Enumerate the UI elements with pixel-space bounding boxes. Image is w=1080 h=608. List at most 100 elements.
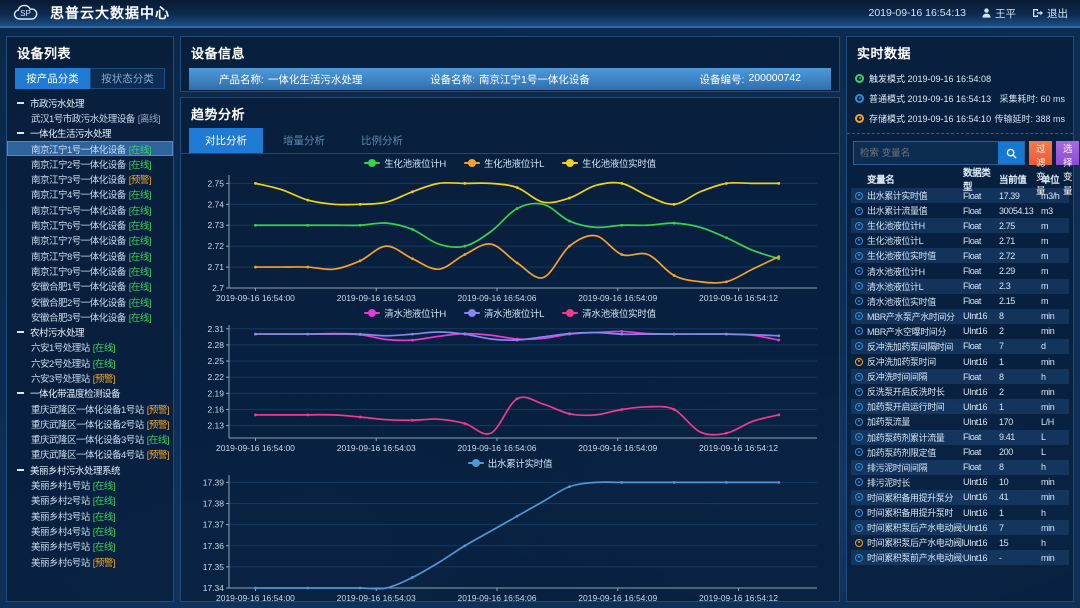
- device-item[interactable]: 重庆武隆区一体化设备3号站[在线]: [7, 432, 173, 447]
- device-item-label: 六安1号处理站: [31, 340, 90, 354]
- device-item[interactable]: 安徽合肥3号一体化设备[在线]: [7, 309, 173, 324]
- legend-label: 清水池液位实时值: [582, 306, 656, 320]
- svg-text:SP: SP: [20, 9, 31, 18]
- svg-text:2019-09-16 16:54:03: 2019-09-16 16:54:03: [337, 593, 416, 603]
- legend-item[interactable]: 出水累计实时值: [468, 456, 552, 470]
- device-item[interactable]: 南京江宁3号一体化设备[预警]: [7, 171, 173, 186]
- page-title: 思普云大数据中心: [50, 3, 170, 23]
- device-item[interactable]: 南京江宁5号一体化设备[在线]: [7, 202, 173, 217]
- variable-type: UInt16: [963, 553, 999, 563]
- table-row[interactable]: 生化池液位实时值Float2.72m: [851, 248, 1069, 263]
- trend-tabs: 对比分析增量分析比例分析: [181, 128, 839, 154]
- svg-text:17.36: 17.36: [203, 541, 225, 551]
- device-item[interactable]: 重庆武隆区一体化设备1号站[预警]: [7, 401, 173, 416]
- device-item[interactable]: 重庆武隆区一体化设备4号站[预警]: [7, 447, 173, 462]
- device-item[interactable]: 美丽乡村1号站[在线]: [7, 477, 173, 492]
- device-item[interactable]: 美丽乡村3号站[在线]: [7, 508, 173, 523]
- table-row[interactable]: 加药泵药剂累计流量Float9.41L: [851, 430, 1069, 445]
- device-item[interactable]: 南京江宁4号一体化设备[在线]: [7, 187, 173, 202]
- device-group-header[interactable]: 一体化带温度检测设备: [7, 386, 173, 401]
- legend-item[interactable]: 生化池液位计H: [364, 156, 446, 170]
- sidebar-tab[interactable]: 按产品分类: [15, 68, 90, 89]
- search-button[interactable]: [998, 142, 1024, 164]
- table-row[interactable]: 清水池液位实时值Float2.15m: [851, 294, 1069, 309]
- collapse-icon: [17, 132, 24, 134]
- table-row[interactable]: 排污泥时长UInt1610min: [851, 475, 1069, 490]
- logout-button[interactable]: 退出: [1032, 6, 1068, 21]
- info-field: 产品名称:一体化生活污水处理: [219, 72, 413, 87]
- svg-text:2019-09-16 16:54:06: 2019-09-16 16:54:06: [458, 443, 537, 453]
- device-item[interactable]: 六安3号处理站[预警]: [7, 370, 173, 385]
- status-badge: [预警]: [93, 555, 115, 569]
- device-item[interactable]: 重庆武隆区一体化设备2号站[预警]: [7, 416, 173, 431]
- table-row[interactable]: 时间累积备用提升泵时UInt161h: [851, 505, 1069, 520]
- mode-status-icon: [855, 74, 864, 83]
- device-group-header[interactable]: 美丽乡村污水处理系统: [7, 462, 173, 477]
- device-item[interactable]: 美丽乡村5号站[在线]: [7, 539, 173, 554]
- table-row[interactable]: 出水累计流量值Float30054.13m3: [851, 203, 1069, 218]
- user-menu[interactable]: 王平: [982, 6, 1016, 21]
- device-item[interactable]: 美丽乡村2号站[在线]: [7, 493, 173, 508]
- device-item[interactable]: 美丽乡村4号站[在线]: [7, 523, 173, 538]
- table-row[interactable]: MBR产水空曝时间分UInt162min: [851, 324, 1069, 339]
- legend-item[interactable]: 生化池液位实时值: [562, 156, 656, 170]
- variable-unit: L/H: [1041, 417, 1069, 427]
- table-row[interactable]: 清水池液位计LFloat2.3m: [851, 279, 1069, 294]
- table-row[interactable]: 时间累积备用提升泵分UInt1641min: [851, 490, 1069, 505]
- device-item[interactable]: 六安1号处理站[在线]: [7, 340, 173, 355]
- table-row[interactable]: 反洗泵开启反洗时长UInt162min: [851, 384, 1069, 399]
- variable-unit: L: [1041, 447, 1069, 457]
- table-row[interactable]: MBR产水泵产水时间分UInt168min: [851, 309, 1069, 324]
- device-item[interactable]: 安徽合肥1号一体化设备[在线]: [7, 279, 173, 294]
- device-item[interactable]: 南京江宁8号一体化设备[在线]: [7, 248, 173, 263]
- variable-search-row: 过滤变量 选择变量: [853, 141, 1067, 165]
- table-row[interactable]: 排污泥时间间隔Float8h: [851, 460, 1069, 475]
- device-item[interactable]: 安徽合肥2号一体化设备[在线]: [7, 294, 173, 309]
- cloud-logo-icon: SP: [12, 3, 42, 23]
- table-row[interactable]: 生化池液位计LFloat2.71m: [851, 233, 1069, 248]
- device-group-header[interactable]: 农村污水处理: [7, 324, 173, 339]
- table-row[interactable]: 反冲洗加药泵间隔时间Float7d: [851, 339, 1069, 354]
- svg-text:2019-09-16 16:54:06: 2019-09-16 16:54:06: [458, 593, 537, 603]
- device-item[interactable]: 南京江宁6号一体化设备[在线]: [7, 217, 173, 232]
- device-group-header[interactable]: 一体化生活污水处理: [7, 126, 173, 141]
- table-row[interactable]: 时间累积泵前产水电动阀分UInt16-min: [851, 550, 1069, 565]
- variable-unit: min: [1041, 357, 1069, 367]
- trend-tab[interactable]: 增量分析: [267, 128, 341, 153]
- search-input[interactable]: [854, 142, 998, 164]
- table-row[interactable]: 加药泵开启运行时间UInt161min: [851, 399, 1069, 414]
- trend-tab[interactable]: 比例分析: [345, 128, 419, 153]
- device-item[interactable]: 武汉1号市政污水处理设备[离线]: [7, 110, 173, 125]
- sidebar-tab[interactable]: 按状态分类: [90, 68, 165, 89]
- device-item[interactable]: 南京江宁7号一体化设备[在线]: [7, 233, 173, 248]
- table-row[interactable]: 加药泵流量UInt16170L/H: [851, 414, 1069, 429]
- table-row[interactable]: 反冲洗加药泵时间UInt161min: [851, 354, 1069, 369]
- logout-label: 退出: [1047, 6, 1068, 21]
- table-row[interactable]: 清水池液位计HFloat2.29m: [851, 263, 1069, 278]
- device-item[interactable]: 六安2号处理站[在线]: [7, 355, 173, 370]
- table-row[interactable]: 时间累积泵后产水电动阀分UInt167min: [851, 520, 1069, 535]
- column-header: 单位: [1041, 172, 1069, 186]
- device-item[interactable]: 南京江宁1号一体化设备[在线]: [7, 141, 173, 156]
- table-row[interactable]: 生化池液位计HFloat2.75m: [851, 218, 1069, 233]
- select-variables-button[interactable]: 选择变量: [1056, 141, 1079, 165]
- legend-item[interactable]: 清水池液位计H: [364, 306, 446, 320]
- legend-item[interactable]: 清水池液位计L: [464, 306, 544, 320]
- table-row[interactable]: 出水累计实时值Float17.39m3/h: [851, 188, 1069, 203]
- device-item[interactable]: 南京江宁9号一体化设备[在线]: [7, 263, 173, 278]
- device-item[interactable]: 南京江宁2号一体化设备[在线]: [7, 156, 173, 171]
- filter-variables-button[interactable]: 过滤变量: [1029, 141, 1052, 165]
- legend-item[interactable]: 清水池液位实时值: [562, 306, 656, 320]
- trend-tab[interactable]: 对比分析: [189, 128, 263, 153]
- legend-item[interactable]: 生化池液位计L: [464, 156, 544, 170]
- table-row[interactable]: 时间累积泵后产水电动阀时UInt1615h: [851, 535, 1069, 550]
- device-item-label: 美丽乡村1号站: [31, 478, 90, 492]
- device-item[interactable]: 美丽乡村6号站[预警]: [7, 554, 173, 569]
- device-group-header[interactable]: 市政污水处理: [7, 95, 173, 110]
- variable-name: 生化池液位计L: [867, 234, 963, 247]
- legend-label: 出水累计实时值: [488, 456, 552, 470]
- variable-type: Float: [963, 221, 999, 231]
- table-row[interactable]: 反冲洗时间间隔Float8h: [851, 369, 1069, 384]
- variable-status-icon: [855, 373, 863, 381]
- table-row[interactable]: 加药泵药剂限定值Float200L: [851, 445, 1069, 460]
